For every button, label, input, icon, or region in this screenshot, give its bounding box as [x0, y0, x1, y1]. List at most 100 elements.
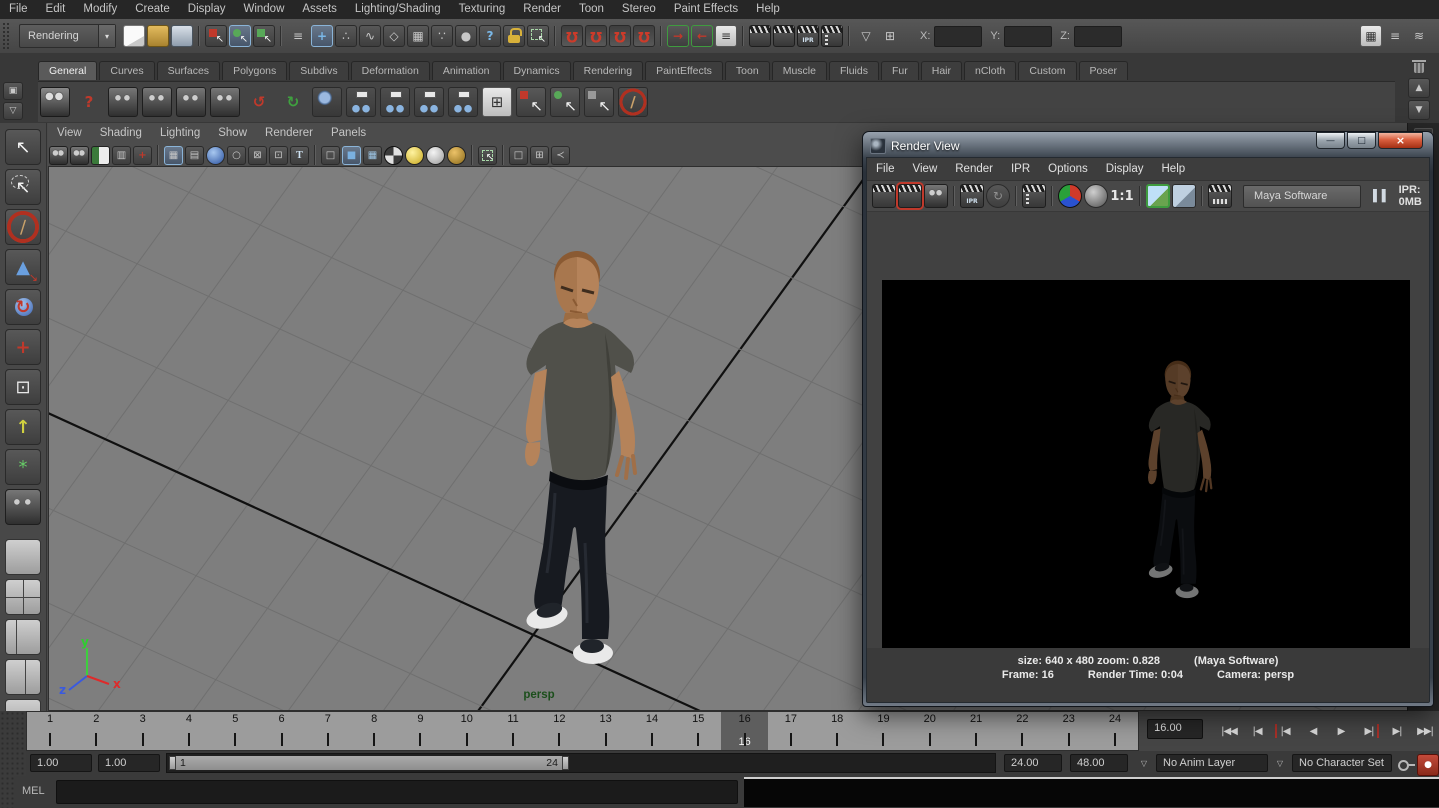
group-icon[interactable] — [380, 87, 410, 117]
universal-manipulator-tool[interactable]: ⊡ — [5, 369, 41, 405]
menu-help[interactable]: Help — [747, 0, 789, 19]
maximize-button[interactable]: □ — [1347, 132, 1376, 149]
hypergraph-icon[interactable]: ⊞ — [482, 87, 512, 117]
pan-zoom-icon[interactable]: + — [133, 146, 152, 165]
panel-menu-view[interactable]: View — [48, 124, 91, 143]
step-forward-key-button[interactable]: ▶| — [1356, 720, 1382, 742]
panel-menu-panels[interactable]: Panels — [322, 124, 375, 143]
new-scene-icon[interactable] — [123, 25, 145, 47]
rotate-tool[interactable]: ↻ — [5, 289, 41, 325]
rv-menu-options[interactable]: Options — [1039, 160, 1097, 179]
z-input[interactable] — [1074, 26, 1122, 47]
render-region-icon[interactable] — [1022, 184, 1046, 208]
shelf-tab-general[interactable]: General — [38, 61, 97, 80]
pause-ipr-button[interactable]: ▌▌ — [1373, 190, 1391, 202]
open-scene-icon[interactable] — [147, 25, 169, 47]
step-back-key-button[interactable]: |◀ — [1272, 720, 1298, 742]
timeline-grip[interactable] — [0, 711, 26, 751]
parent-icon[interactable] — [346, 87, 376, 117]
grid-toggle-icon[interactable]: ▦ — [164, 146, 183, 165]
last-tool-used[interactable] — [5, 489, 41, 525]
smooth-shade-icon[interactable]: ■ — [342, 146, 361, 165]
x-input[interactable] — [934, 26, 982, 47]
field-chart-icon[interactable]: ⊠ — [248, 146, 267, 165]
snap-to-point-magnet-icon[interactable]: Ω — [609, 25, 631, 47]
command-results-area[interactable] — [744, 777, 1439, 807]
snap-move-icon[interactable]: + — [311, 25, 333, 47]
create-camera-aim-icon[interactable] — [142, 87, 172, 117]
snap-to-viewplane-magnet-icon[interactable]: Ω — [633, 25, 655, 47]
camera-bookmarks-icon[interactable] — [91, 146, 110, 165]
shelf-collapse-icon[interactable]: ▽ — [3, 102, 23, 120]
create-camera-aim-up-icon[interactable] — [176, 87, 206, 117]
gate-mask-icon[interactable]: ○ — [227, 146, 246, 165]
open-render-settings-icon[interactable] — [1208, 184, 1232, 208]
snap-points-icon[interactable]: ∴ — [335, 25, 357, 47]
command-grip[interactable] — [0, 776, 14, 808]
render-current-frame-icon[interactable] — [773, 25, 795, 47]
real-size-button[interactable]: 1:1 — [1110, 184, 1134, 208]
auto-keyframe-icon[interactable]: ● — [1417, 754, 1439, 776]
menu-toon[interactable]: Toon — [570, 0, 613, 19]
undo-icon[interactable]: ↺ — [244, 87, 274, 117]
open-render-view-icon[interactable] — [749, 25, 771, 47]
animation-start-field[interactable]: 1.00 — [30, 754, 92, 772]
soft-modification-tool[interactable]: ↑ — [5, 409, 41, 445]
move-tool[interactable]: ▲ — [5, 249, 41, 285]
help-mode-icon[interactable]: ? — [479, 25, 501, 47]
character-set-dropdown-icon[interactable]: ▽ — [1272, 756, 1288, 770]
set-key-icon[interactable] — [1395, 754, 1417, 776]
shelf-tab-polygons[interactable]: Polygons — [222, 61, 287, 80]
absolute-mode-icon[interactable]: ⊞ — [879, 25, 901, 47]
snap-emitter-icon[interactable]: ● — [455, 25, 477, 47]
snap-planes-icon[interactable]: ◇ — [383, 25, 405, 47]
shelf-tab-hair[interactable]: Hair — [921, 61, 962, 80]
snap-scatter-icon[interactable]: ∵ — [431, 25, 453, 47]
menu-texturing[interactable]: Texturing — [450, 0, 515, 19]
input-connections-icon[interactable]: → — [667, 25, 689, 47]
lighting-default-icon[interactable] — [426, 146, 445, 165]
shelf-tab-painteffects[interactable]: PaintEffects — [645, 61, 723, 80]
scale-tool[interactable]: + — [5, 329, 41, 365]
shelf-tab-muscle[interactable]: Muscle — [772, 61, 827, 80]
lasso-select-tool[interactable]: ↖ — [5, 169, 41, 205]
go-to-start-button[interactable]: |◀◀ — [1216, 720, 1242, 742]
save-scene-icon[interactable] — [171, 25, 193, 47]
highlight-selection-icon[interactable]: ↖ — [527, 25, 549, 47]
shelf-tab-ncloth[interactable]: nCloth — [964, 61, 1016, 80]
menu-stereo[interactable]: Stereo — [613, 0, 665, 19]
redo-previous-render-icon[interactable] — [872, 184, 896, 208]
panel-menu-show[interactable]: Show — [209, 124, 256, 143]
panel-menu-renderer[interactable]: Renderer — [256, 124, 322, 143]
construction-history-icon[interactable]: ≡ — [715, 25, 737, 47]
ipr-render-button[interactable]: IPR — [960, 184, 984, 208]
wireframe-icon[interactable]: □ — [321, 146, 340, 165]
output-connections-icon[interactable]: ← — [691, 25, 713, 47]
renderer-selector[interactable]: Maya Software — [1243, 185, 1361, 208]
shelf-scroll-down-icon[interactable]: ▼ — [1408, 100, 1430, 120]
shelf-tab-surfaces[interactable]: Surfaces — [157, 61, 220, 80]
shelf-tab-toon[interactable]: Toon — [725, 61, 770, 80]
range-start-handle[interactable] — [169, 756, 176, 770]
minimize-button[interactable]: — — [1316, 132, 1345, 149]
spreadsheet-icon[interactable]: ▦ — [1360, 25, 1382, 47]
lighting-all-icon[interactable] — [405, 146, 424, 165]
shelf-menu-icon[interactable]: ▣ — [3, 82, 23, 100]
paint-effects-icon[interactable]: ∕ — [618, 87, 648, 117]
character-model[interactable] — [485, 243, 675, 683]
play-forwards-button[interactable]: ▶ — [1328, 720, 1354, 742]
resolution-gate-icon[interactable] — [206, 146, 225, 165]
toolbar-grip[interactable] — [2, 22, 11, 50]
share-view-icon[interactable]: ≺ — [551, 146, 570, 165]
create-camera-icon[interactable] — [108, 87, 138, 117]
time-slider[interactable]: 16 1234567891011121314151617181920212223… — [26, 711, 1139, 751]
menu-create[interactable]: Create — [126, 0, 179, 19]
select-camera-icon[interactable] — [49, 146, 68, 165]
panel-menu-shading[interactable]: Shading — [91, 124, 151, 143]
tool-settings-icon[interactable]: ≡ — [1384, 25, 1406, 47]
shelf-tab-custom[interactable]: Custom — [1018, 61, 1076, 80]
character-set-field[interactable]: No Character Set — [1292, 754, 1392, 772]
shelf-tab-animation[interactable]: Animation — [432, 61, 501, 80]
snap-menu-icon[interactable]: ≡ — [287, 25, 309, 47]
select-component-shelf-icon[interactable]: ↖ — [584, 87, 614, 117]
